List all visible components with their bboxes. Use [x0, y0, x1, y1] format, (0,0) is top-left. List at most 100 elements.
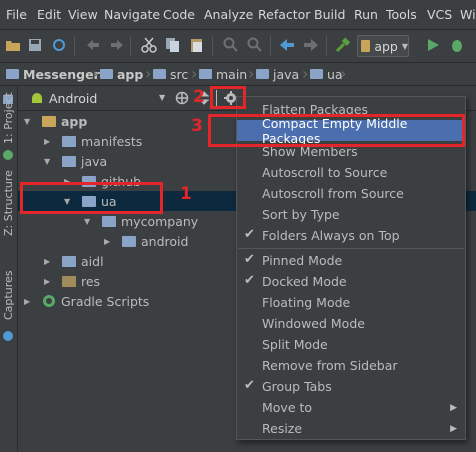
run-icon[interactable] — [424, 36, 442, 54]
structure-tool-tab[interactable]: Z: Structure — [2, 170, 15, 236]
toolbar-separator — [130, 36, 131, 56]
menu-item-label: Autoscroll from Source — [262, 186, 404, 201]
folder-icon — [6, 69, 19, 79]
menu-view[interactable]: View — [68, 7, 98, 22]
breadcrumb-item[interactable]: main — [199, 66, 247, 82]
expand-arrow-icon[interactable]: ▼ — [24, 117, 30, 126]
menu-window[interactable]: Wi — [460, 7, 476, 22]
checkmark-icon: ✔ — [244, 378, 255, 393]
build-hammer-icon[interactable] — [334, 36, 352, 54]
collapse-arrow-icon[interactable]: ▶ — [44, 257, 50, 266]
menu-item-label: Remove from Sidebar — [262, 358, 398, 373]
back-icon[interactable] — [278, 36, 296, 54]
menu-item-floating-mode[interactable]: Floating Mode — [237, 292, 465, 313]
folder-icon — [256, 69, 269, 79]
folder-icon — [153, 69, 166, 79]
gradle-icon — [42, 294, 56, 308]
menu-build[interactable]: Build — [314, 7, 345, 22]
breadcrumb-separator: › — [340, 64, 347, 83]
undo-icon[interactable] — [84, 36, 102, 54]
package-icon — [102, 215, 116, 227]
breadcrumb-item[interactable]: src — [153, 66, 188, 82]
resource-folder-icon — [62, 275, 76, 287]
sync-icon[interactable] — [50, 36, 68, 54]
android-icon — [1, 148, 15, 162]
chevron-down-icon[interactable]: ▼ — [159, 93, 165, 102]
menu-item-label: Resize — [262, 421, 303, 436]
module-icon — [42, 115, 56, 127]
folder-icon — [100, 69, 113, 79]
menu-item-pinned-mode[interactable]: ✔ Pinned Mode — [237, 250, 465, 271]
view-selector-label[interactable]: Android — [49, 91, 97, 106]
folder-icon — [199, 69, 212, 79]
annotation-box-2 — [210, 86, 246, 109]
package-icon — [122, 235, 136, 247]
menu-edit[interactable]: Edit — [37, 7, 61, 22]
submenu-arrow-icon: ▶ — [450, 423, 457, 434]
collapse-arrow-icon[interactable]: ▶ — [104, 237, 110, 246]
menu-item-split-mode[interactable]: Split Mode — [237, 334, 465, 355]
forward-icon[interactable] — [302, 36, 320, 54]
expand-arrow-icon[interactable]: ▼ — [84, 217, 90, 226]
find-icon[interactable] — [222, 36, 240, 54]
project-view-options-menu: Flatten Packages Compact Empty Middle Pa… — [236, 96, 466, 440]
paste-icon[interactable] — [188, 36, 206, 54]
annotation-number-1: 1 — [180, 184, 192, 204]
tree-node-label: res — [81, 273, 101, 289]
menu-navigate[interactable]: Navigate — [104, 7, 160, 22]
menu-item-docked-mode[interactable]: ✔ Docked Mode — [237, 271, 465, 292]
menu-item-group-tabs[interactable]: ✔ Group Tabs — [237, 376, 465, 397]
menu-tools[interactable]: Tools — [386, 7, 417, 22]
collapse-arrow-icon[interactable]: ▶ — [24, 297, 30, 306]
menu-item-windowed-mode[interactable]: Windowed Mode — [237, 313, 465, 334]
tree-node-label: app — [61, 113, 88, 129]
menu-run[interactable]: Run — [354, 7, 378, 22]
menu-vcs[interactable]: VCS — [427, 7, 452, 22]
menu-item-label: Floating Mode — [262, 295, 351, 310]
run-config-label: app — [374, 38, 398, 54]
menu-bar: File Edit View Navigate Code Analyze Ref… — [0, 0, 476, 30]
breadcrumb-item[interactable]: java — [256, 66, 299, 82]
copy-icon[interactable] — [164, 36, 182, 54]
captures-icon — [2, 330, 14, 342]
breadcrumb-item[interactable]: app — [100, 66, 143, 82]
menu-item-move-to[interactable]: Move to ▶ — [237, 397, 465, 418]
menu-item-resize[interactable]: Resize ▶ — [237, 418, 465, 439]
debug-icon[interactable] — [448, 36, 466, 54]
menu-refactor[interactable]: Refactor — [258, 7, 310, 22]
sync-with-editor-icon[interactable] — [175, 91, 189, 105]
menu-item-autoscroll-to-source[interactable]: Autoscroll to Source — [237, 162, 465, 183]
folder-icon — [62, 255, 76, 267]
expand-arrow-icon[interactable]: ▼ — [44, 157, 50, 166]
menu-analyze[interactable]: Analyze — [204, 7, 253, 22]
menu-separator — [238, 248, 464, 249]
annotation-number-3: 3 — [191, 116, 203, 136]
collapse-arrow-icon[interactable]: ▶ — [44, 137, 50, 146]
menu-item-autoscroll-from-source[interactable]: Autoscroll from Source — [237, 183, 465, 204]
menu-item-folders-always-on-top[interactable]: ✔ Folders Always on Top — [237, 225, 465, 246]
menu-code[interactable]: Code — [163, 7, 195, 22]
tree-node-label: aidl — [81, 253, 104, 269]
tree-node-label: android — [141, 233, 189, 249]
cut-icon[interactable] — [140, 36, 158, 54]
checkmark-icon: ✔ — [244, 252, 255, 267]
open-folder-icon[interactable] — [4, 36, 22, 54]
module-icon — [361, 40, 371, 52]
submenu-arrow-icon: ▶ — [450, 402, 457, 413]
breadcrumb-item[interactable]: ua — [310, 66, 343, 82]
menu-file[interactable]: File — [6, 7, 27, 22]
save-icon[interactable] — [26, 36, 44, 54]
tool-window-sidebar: 1: Project Z: Structure Captures — [0, 86, 18, 452]
replace-icon[interactable] — [246, 36, 264, 54]
menu-item-label: Windowed Mode — [262, 316, 365, 331]
menu-item-sort-by-type[interactable]: Sort by Type — [237, 204, 465, 225]
menu-item-remove-from-sidebar[interactable]: Remove from Sidebar — [237, 355, 465, 376]
captures-tool-tab[interactable]: Captures — [2, 271, 15, 320]
project-tool-tab[interactable]: 1: Project — [2, 92, 15, 144]
run-config-dropdown[interactable]: app ▼ — [357, 35, 409, 57]
breadcrumb-item[interactable]: Messenger — [6, 66, 100, 82]
menu-item-label: Group Tabs — [262, 379, 332, 394]
redo-icon[interactable] — [108, 36, 126, 54]
collapse-arrow-icon[interactable]: ▶ — [44, 277, 50, 286]
menu-item-label: Sort by Type — [262, 207, 340, 222]
